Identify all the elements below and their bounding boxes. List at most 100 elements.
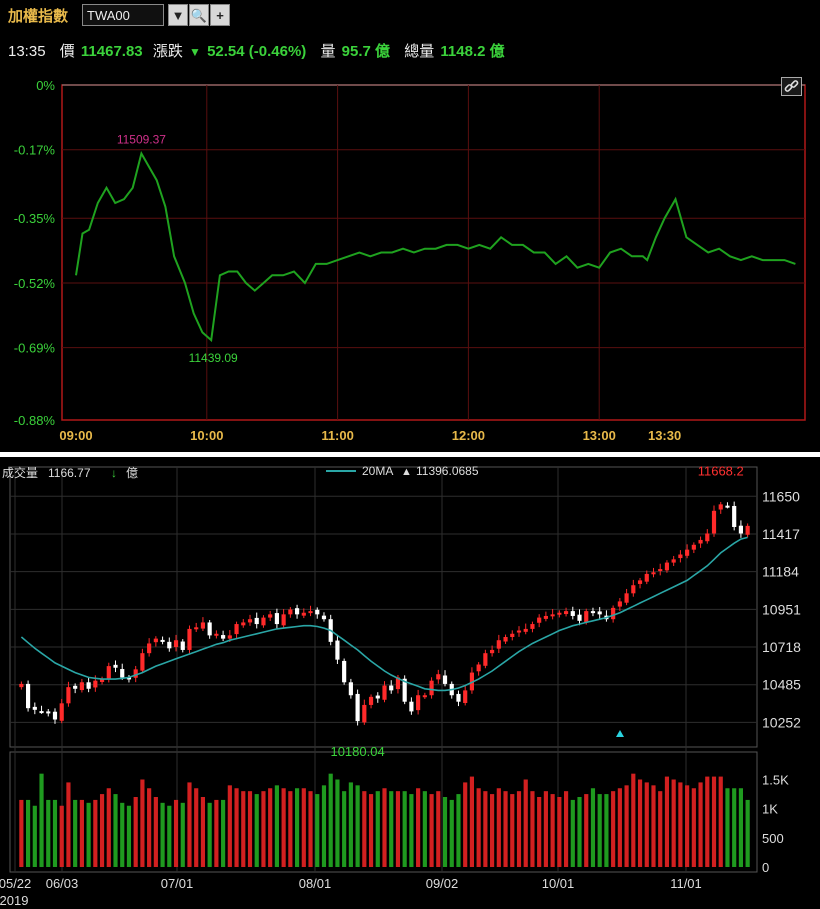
candle-body — [86, 682, 91, 689]
volume-bar — [711, 776, 717, 867]
volume-bar — [496, 788, 501, 867]
volume-bar — [442, 797, 448, 867]
x-tick-label: 10:00 — [190, 428, 223, 443]
volume-bar — [375, 791, 380, 867]
high-annotation: 11668.2 — [698, 463, 744, 478]
volume-tick-label: 500 — [762, 831, 784, 846]
candle-body — [416, 695, 421, 711]
volume-bar — [227, 785, 232, 867]
x-tick-label: 07/01 — [161, 876, 194, 891]
total-volume-value: 1148.2 億 — [440, 43, 505, 60]
candle-body — [321, 615, 327, 620]
volume-bar — [456, 794, 461, 867]
volume-bar — [644, 782, 649, 867]
volume-bar — [214, 799, 219, 867]
volume-bar — [745, 799, 750, 867]
candle-body — [335, 640, 340, 660]
candle-body — [368, 696, 374, 705]
candle-body — [375, 695, 380, 699]
y-tick-label: -0.69% — [14, 341, 56, 356]
candle-body — [194, 627, 199, 630]
link-icon[interactable] — [781, 77, 802, 96]
candle-body — [738, 525, 743, 534]
candle-body — [631, 585, 636, 594]
x-tick-label: 10/01 — [542, 876, 575, 891]
candle-body — [429, 680, 434, 696]
chevron-down-icon[interactable]: ▼ — [168, 4, 188, 26]
volume-bar — [86, 802, 91, 867]
volume-bar — [46, 799, 51, 867]
add-icon[interactable]: + — [210, 4, 230, 26]
volume-bar — [308, 791, 313, 867]
volume-bar — [664, 776, 670, 867]
signal-marker-icon — [616, 730, 624, 737]
candle-body — [577, 614, 582, 621]
candle-body — [624, 593, 629, 603]
volume-bar — [59, 805, 64, 867]
candle-body — [422, 695, 427, 698]
down-arrow-icon: ▼ — [189, 45, 201, 59]
candle-body — [732, 505, 737, 527]
search-icon[interactable]: 🔍 — [189, 4, 209, 26]
volume-bar — [530, 791, 535, 867]
daily-chart: 11650 11417 11184 10951 10718 10485 10252 05/22… — [0, 463, 801, 908]
candle-body — [59, 703, 64, 721]
volume-bar — [402, 791, 407, 867]
y-tick-label: -0.88% — [14, 413, 56, 428]
volume-bar — [409, 794, 414, 867]
volume-bar — [490, 794, 495, 867]
volume-bar — [19, 799, 24, 867]
candle-body — [227, 635, 232, 639]
candle-body — [490, 649, 495, 654]
candle-body — [523, 628, 528, 632]
down-arrow-icon: ↓ — [111, 466, 117, 480]
volume-bar — [651, 785, 656, 867]
candle-body — [113, 664, 118, 668]
candle-body — [160, 639, 165, 642]
volume-bar — [153, 797, 158, 867]
candle-body — [140, 653, 145, 671]
candle-body — [355, 693, 360, 722]
x-tick-label: 09:00 — [59, 428, 92, 443]
x-tick-label: 13:30 — [648, 428, 681, 443]
candle-body — [66, 687, 71, 704]
volume-bar — [160, 802, 165, 867]
volume-bar — [362, 791, 367, 867]
volume-bar — [698, 782, 703, 867]
x-tick-label: 09/02 — [426, 876, 459, 891]
volume-bar — [173, 799, 179, 867]
symbol-input[interactable]: TWA00 — [82, 4, 164, 26]
volume-bar — [147, 788, 152, 867]
candle-body — [537, 617, 542, 623]
volume-bar — [449, 799, 454, 867]
volume-bar — [389, 791, 394, 867]
volume-bar — [99, 794, 105, 867]
quote-bar: 13:35 價 11467.83 漲跌 ▼ 52.54 (-0.46%) 量 9… — [8, 40, 507, 61]
volume-bar — [66, 782, 71, 867]
y-tick-label: 10485 — [762, 677, 801, 693]
volume-bar — [93, 799, 98, 867]
candle-body — [584, 611, 589, 623]
volume-bar — [180, 802, 185, 867]
volume-bar — [113, 794, 118, 867]
volume-bar — [315, 794, 320, 867]
x-tick-label: 05/22 — [0, 876, 31, 891]
volume-bar — [678, 782, 683, 867]
volume-bar — [321, 785, 327, 867]
volume-bar — [268, 788, 273, 867]
volume-bar — [597, 794, 602, 867]
volume-bar — [234, 788, 239, 867]
x-tick-label: 12:00 — [452, 428, 485, 443]
candle-body — [483, 653, 488, 666]
volume-bar — [563, 791, 569, 867]
volume-bar — [429, 794, 434, 867]
volume-bar — [261, 791, 266, 867]
volume-tick-label: 1K — [762, 802, 778, 817]
volume-bar — [167, 805, 172, 867]
candle-body — [617, 601, 622, 607]
up-arrow-icon: ▲ — [401, 466, 412, 478]
volume-bar — [617, 788, 622, 867]
volume-bar — [738, 788, 743, 867]
volume-bar — [611, 791, 616, 867]
candle-body — [32, 706, 37, 710]
